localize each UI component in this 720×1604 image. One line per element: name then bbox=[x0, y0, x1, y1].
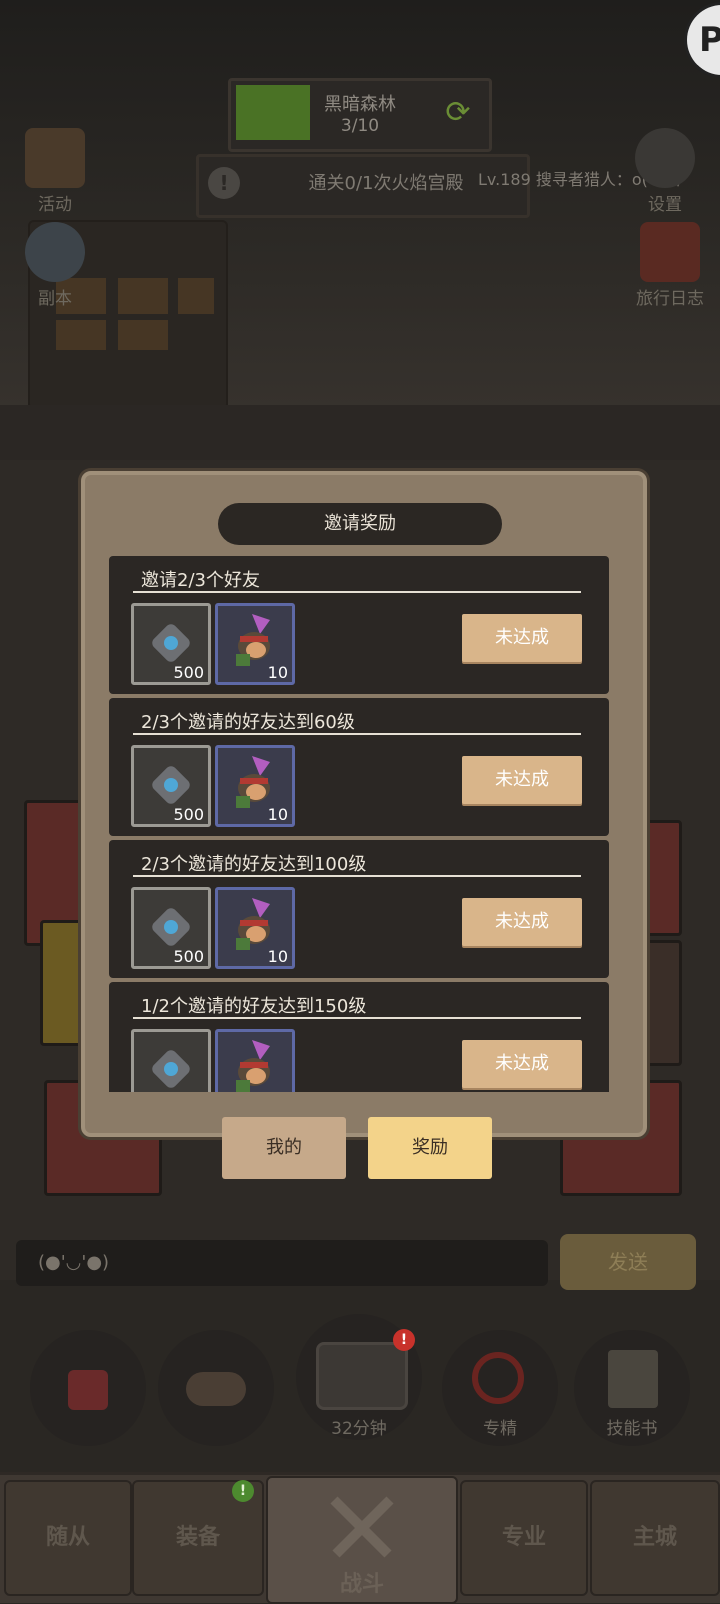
item-quantity: 10 bbox=[267, 805, 288, 824]
item-quantity: 500 bbox=[173, 947, 204, 966]
item-slot[interactable]: 10 bbox=[215, 603, 295, 685]
activity-button[interactable]: 活动 bbox=[10, 128, 100, 215]
item-slot[interactable]: 500 bbox=[131, 887, 211, 969]
item-quantity: 500 bbox=[173, 663, 204, 682]
nav-follower[interactable]: 随从 bbox=[4, 1480, 132, 1596]
item-quantity: 10 bbox=[267, 663, 288, 682]
potion-button[interactable] bbox=[30, 1330, 146, 1446]
nav-battle[interactable]: 战斗 bbox=[266, 1476, 458, 1604]
modal-title: 邀请奖励 bbox=[218, 503, 502, 545]
stage-progress-bar bbox=[236, 85, 310, 140]
chat-input[interactable]: (●'◡'●) bbox=[16, 1240, 548, 1286]
item-slot[interactable]: 10 bbox=[215, 745, 295, 827]
bread-button[interactable] bbox=[158, 1330, 274, 1446]
claim-status-button[interactable]: 未达成 bbox=[462, 614, 582, 662]
reward-card: 邀请2/3个好友 500 10 未达成 bbox=[109, 556, 609, 694]
item-slot[interactable] bbox=[215, 1029, 295, 1092]
gem-icon bbox=[149, 1047, 193, 1091]
settings-button[interactable]: 设置 bbox=[620, 128, 710, 215]
gear-icon bbox=[635, 128, 695, 188]
divider bbox=[133, 875, 581, 877]
send-button[interactable]: 发送 bbox=[560, 1234, 696, 1290]
divider bbox=[133, 591, 581, 593]
crossed-swords-icon bbox=[330, 1496, 394, 1558]
bread-icon bbox=[186, 1372, 246, 1406]
roof-silhouette bbox=[0, 405, 720, 460]
divider bbox=[133, 733, 581, 735]
portal-icon bbox=[25, 222, 85, 282]
gem-icon bbox=[149, 621, 193, 665]
specialty-button[interactable]: 专精 bbox=[442, 1330, 558, 1446]
alert-icon: ! bbox=[208, 167, 240, 199]
reward-title: 2/3个邀请的好友达到100级 bbox=[141, 854, 367, 875]
equipment-badge-icon: ! bbox=[232, 1480, 254, 1502]
reward-title: 2/3个邀请的好友达到60级 bbox=[141, 712, 355, 733]
nav-battle-label: 战斗 bbox=[339, 1572, 384, 1597]
chest-icon bbox=[316, 1342, 408, 1410]
skillbook-label: 技能书 bbox=[606, 1419, 658, 1439]
item-quantity: 500 bbox=[173, 805, 204, 824]
gem-icon bbox=[149, 905, 193, 949]
tab-reward[interactable]: 奖励 bbox=[368, 1117, 492, 1179]
claim-status-button[interactable]: 未达成 bbox=[462, 756, 582, 804]
reward-card: 2/3个邀请的好友达到60级 500 10 未达成 bbox=[109, 698, 609, 836]
activity-label: 活动 bbox=[38, 195, 72, 215]
settings-label: 设置 bbox=[648, 195, 682, 215]
specialty-label: 专精 bbox=[483, 1419, 517, 1439]
potion-icon bbox=[68, 1370, 108, 1410]
stage-progress: 3/10 bbox=[340, 116, 380, 136]
item-slot[interactable] bbox=[131, 1029, 211, 1092]
item-slot[interactable]: 500 bbox=[131, 745, 211, 827]
travel-log-button[interactable]: 旅行日志 bbox=[620, 222, 720, 309]
reward-card: 1/2个邀请的好友达到150级 未达成 bbox=[109, 982, 609, 1092]
divider bbox=[133, 1017, 581, 1019]
scroll-icon bbox=[25, 128, 85, 188]
swap-arrows-icon[interactable]: ⟳ bbox=[438, 93, 478, 133]
nav-profession[interactable]: 专业 bbox=[460, 1480, 588, 1596]
skillbook-button[interactable]: 技能书 bbox=[574, 1330, 690, 1446]
chest-timer: 32分钟 bbox=[331, 1419, 387, 1439]
book-icon bbox=[640, 222, 700, 282]
item-slot[interactable]: 10 bbox=[215, 887, 295, 969]
stage-name: 黑暗森林 bbox=[324, 94, 396, 115]
notification-badge-icon: ! bbox=[393, 1329, 415, 1351]
reward-title: 邀请2/3个好友 bbox=[141, 570, 260, 591]
skillbook-icon bbox=[608, 1350, 658, 1408]
reward-card: 2/3个邀请的好友达到100级 500 10 未达成 bbox=[109, 840, 609, 978]
reward-list[interactable]: 邀请2/3个好友 500 10 未达成 2/3个邀请的好友达到60级 500 1… bbox=[109, 556, 611, 1092]
dungeon-button[interactable]: 副本 bbox=[10, 222, 100, 309]
travel-log-label: 旅行日志 bbox=[636, 289, 704, 309]
gem-icon bbox=[149, 763, 193, 807]
nav-main-city[interactable]: 主城 bbox=[590, 1480, 720, 1596]
claim-status-button[interactable]: 未达成 bbox=[462, 898, 582, 946]
item-quantity: 10 bbox=[267, 947, 288, 966]
character-icon bbox=[236, 1040, 270, 1092]
quest-text: 通关0/1次火焰宫殿 bbox=[308, 173, 464, 194]
dungeon-label: 副本 bbox=[38, 289, 72, 309]
tab-mine[interactable]: 我的 bbox=[222, 1117, 346, 1179]
target-icon bbox=[472, 1352, 524, 1404]
reward-title: 1/2个邀请的好友达到150级 bbox=[141, 996, 367, 1017]
item-slot[interactable]: 500 bbox=[131, 603, 211, 685]
claim-status-button[interactable]: 未达成 bbox=[462, 1040, 582, 1088]
